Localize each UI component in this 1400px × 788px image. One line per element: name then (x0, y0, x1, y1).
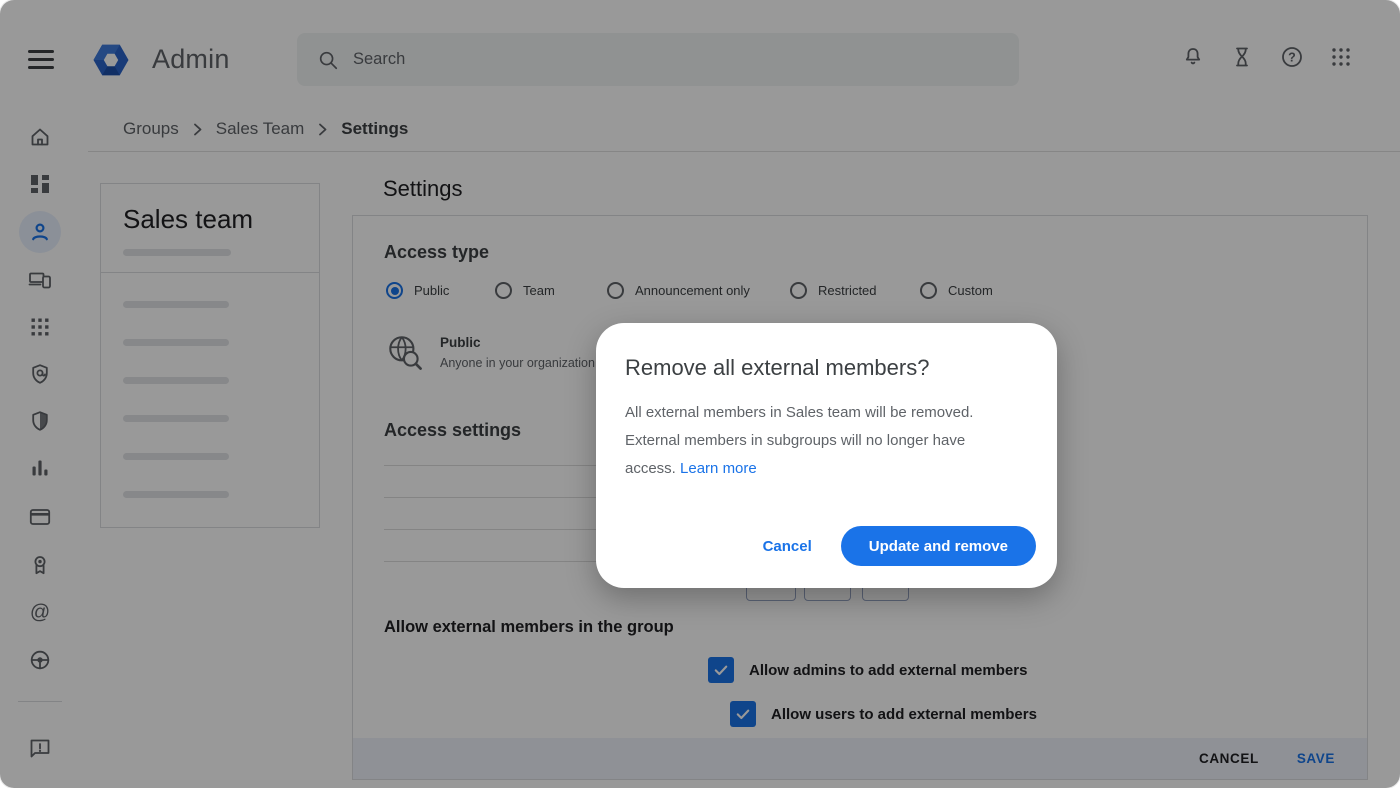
remove-external-members-dialog: Remove all external members? All externa… (596, 323, 1057, 588)
dialog-body: All external members in Sales team will … (625, 399, 1007, 483)
learn-more-link[interactable]: Learn more (680, 460, 757, 477)
dialog-title: Remove all external members? (625, 355, 929, 381)
dialog-actions: Cancel Update and remove (755, 526, 1036, 566)
admin-console-window: Admin ? Groups Sales (0, 0, 1400, 788)
dialog-body-text: All external members in Sales team will … (625, 404, 973, 477)
dialog-cancel-button[interactable]: Cancel (755, 538, 820, 555)
update-and-remove-button[interactable]: Update and remove (841, 526, 1036, 566)
